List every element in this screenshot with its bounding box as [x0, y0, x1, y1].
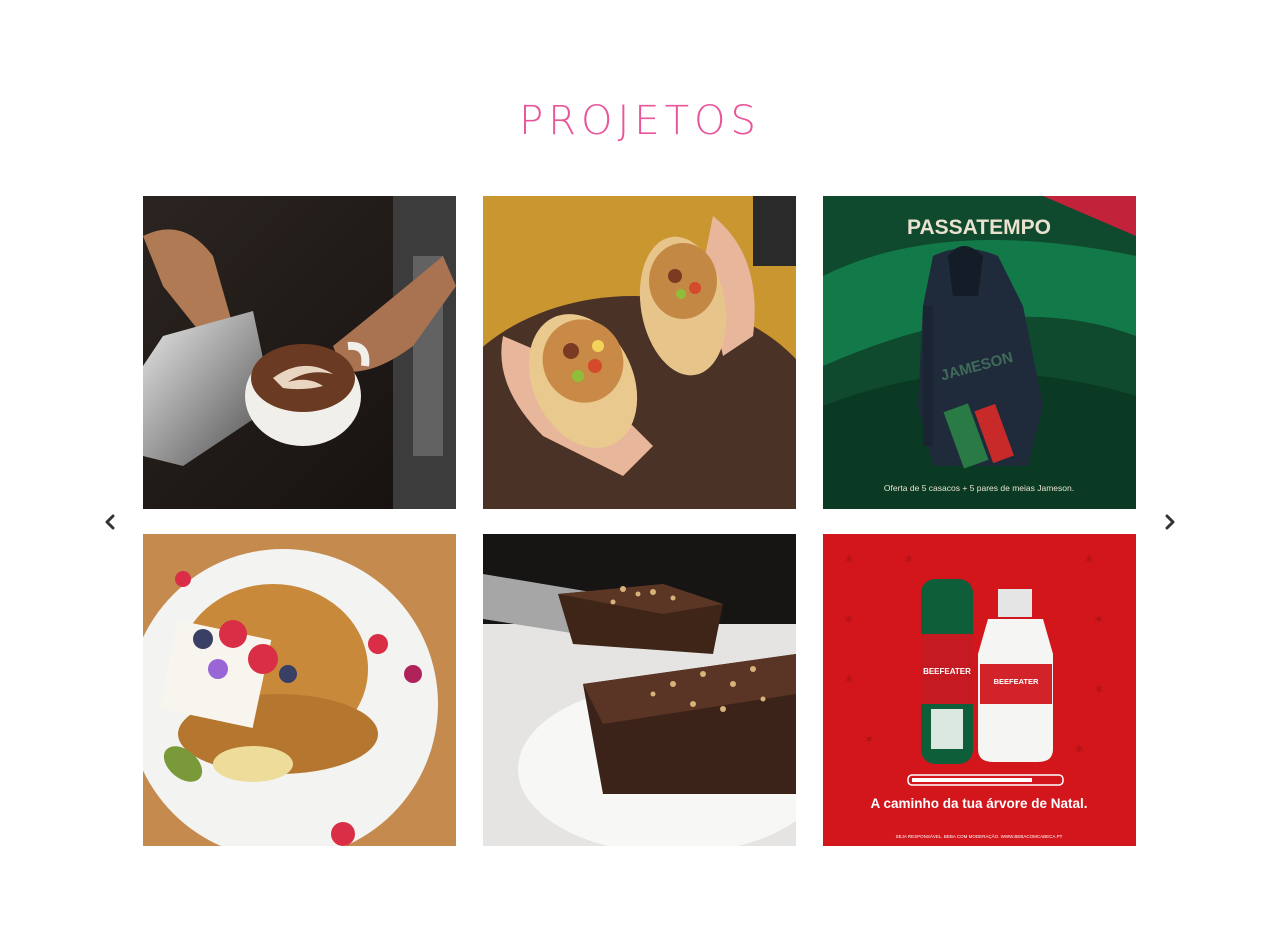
project-tile-pancakes[interactable]	[143, 534, 456, 846]
tin-brand-text: BEEFEATER	[923, 667, 971, 676]
jameson-giveaway-poster: PASSATEMPO JAMESON Oferta de 5 casacos +…	[823, 196, 1136, 509]
bottle-brand-text: BEEFEATER	[994, 677, 1039, 686]
projects-gallery: PASSATEMPO JAMESON Oferta de 5 casacos +…	[143, 196, 1136, 846]
svg-text:✶: ✶	[1093, 611, 1105, 627]
poster-caption: Oferta de 5 casacos + 5 pares de meias J…	[884, 483, 1074, 493]
project-tile-jameson[interactable]: PASSATEMPO JAMESON Oferta de 5 casacos +…	[823, 196, 1136, 509]
poster-heading: PASSATEMPO	[907, 216, 1051, 239]
svg-text:✶: ✶	[843, 611, 855, 627]
poster-caption: A caminho da tua árvore de Natal.	[870, 796, 1087, 811]
section-title: PROJETOS	[519, 98, 761, 144]
project-tile-latte[interactable]	[143, 196, 456, 509]
svg-text:✶: ✶	[903, 551, 915, 567]
chocolate-cake-photo	[483, 534, 796, 846]
chevron-right-icon	[1165, 514, 1175, 530]
latte-art-photo	[143, 196, 456, 509]
svg-text:✶: ✶	[1093, 681, 1105, 697]
svg-text:✶: ✶	[843, 671, 855, 687]
pancakes-photo	[143, 534, 456, 846]
project-tile-beefeater[interactable]: ✶ ✶ ✶ ✶ ✶ ✶ ✶ ✶ ✶ BEEFEATER BEEFEATER A caminho …	[823, 534, 1136, 846]
carousel-prev-button[interactable]	[96, 508, 124, 536]
project-tile-burrito[interactable]	[483, 196, 796, 509]
carousel-next-button[interactable]	[1156, 508, 1184, 536]
svg-text:✶: ✶	[1073, 741, 1085, 757]
beefeater-christmas-poster: ✶ ✶ ✶ ✶ ✶ ✶ ✶ ✶ ✶ BEEFEATER BEEFEATER A caminho …	[823, 534, 1136, 846]
svg-text:✶: ✶	[1083, 551, 1095, 567]
project-tile-chocolate-cake[interactable]	[483, 534, 796, 846]
svg-text:✶: ✶	[843, 551, 855, 567]
svg-text:✶: ✶	[863, 731, 875, 747]
poster-disclaimer: SEJA RESPONSÁVEL. BEBA COM MODERAÇÃO. WW…	[896, 833, 1063, 839]
burrito-photo	[483, 196, 796, 509]
chevron-left-icon	[105, 514, 115, 530]
